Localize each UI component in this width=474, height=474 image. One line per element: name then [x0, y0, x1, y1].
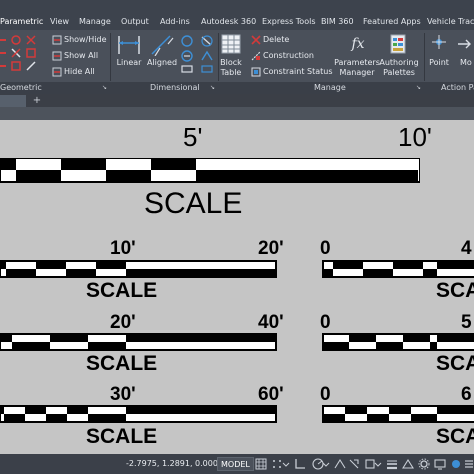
constraint-status-button[interactable]: Constraint Status [263, 67, 333, 76]
tab-bim-360[interactable]: BIM 360 [321, 0, 354, 30]
linear-button[interactable]: Linear [115, 58, 143, 67]
hide-all-icon [52, 67, 62, 77]
left-scale-1-bar [0, 260, 277, 278]
authoring-palettes-line1[interactable]: Authoring [378, 58, 420, 67]
right-scale-3-word: SCA [436, 425, 474, 448]
construction-icon [251, 51, 261, 61]
right-scale-3-bar [322, 405, 474, 423]
object-snap-tracking-icon[interactable] [348, 458, 360, 470]
left-scale-3-bar [0, 405, 277, 423]
left-scale-1-end: 20' [258, 238, 284, 259]
left-scale-3-word: SCALE [86, 425, 158, 448]
right-scale-3-end: 6 [461, 384, 472, 405]
right-scale-2-zero: 0 [320, 312, 331, 333]
file-tab-bar: + [0, 94, 474, 107]
left-scale-2-word: SCALE [86, 352, 158, 375]
tab-featured-apps[interactable]: Featured Apps [363, 0, 421, 30]
linear-dimension-icon [118, 36, 140, 54]
osnap-dropdown-chevron-down-icon[interactable] [374, 458, 382, 470]
construction-button[interactable]: Construction [263, 51, 314, 60]
hide-all-button[interactable]: Hide All [64, 67, 95, 76]
delete-button[interactable]: Delete [263, 35, 289, 44]
action-panel-title[interactable]: Action Pa [441, 82, 474, 94]
block-table-icon [221, 34, 241, 54]
right-scale-2-word: SCA [436, 352, 474, 375]
show-all-icon [52, 51, 62, 61]
parameters-manager-line1[interactable]: Parameters [334, 58, 380, 67]
polar-dropdown-chevron-down-icon[interactable] [322, 458, 330, 470]
customization-menu-icon[interactable] [464, 458, 474, 470]
left-scale-3-end: 60' [258, 384, 284, 405]
dimensional-panel-title[interactable]: Dimensional [150, 82, 200, 94]
status-bar: -2.7975, 1.2891, 0.0000 MODEL [0, 454, 474, 474]
geometric-constraint-icons[interactable] [0, 35, 44, 73]
right-scale-2-end: 5 [461, 312, 472, 333]
right-scale-1-zero: 0 [320, 238, 331, 259]
annotation-scale-icon[interactable] [402, 458, 414, 470]
right-scale-2-bar [322, 333, 474, 351]
left-scale-2-bar [0, 333, 277, 351]
top-scale-label-end: 10' [398, 122, 432, 152]
drawing-header-strip [0, 107, 474, 120]
authoring-palettes-icon [390, 34, 406, 54]
grid-icon[interactable] [255, 458, 267, 470]
show-all-button[interactable]: Show All [64, 51, 98, 60]
dimensional-panel-launcher-icon[interactable]: ↘ [210, 85, 216, 91]
move-button[interactable]: Mo [460, 58, 472, 67]
ribbon-panel-title-bar: Geometric ↘ Dimensional ↘ Manage ↘ Actio… [0, 82, 474, 94]
tab-add-ins[interactable]: Add-ins [160, 0, 190, 30]
block-table-button-line2[interactable]: Table [216, 68, 246, 77]
geometric-panel-title[interactable]: Geometric [0, 82, 42, 94]
show-hide-button[interactable]: Show/Hide [64, 35, 107, 44]
point-parameter-icon [432, 35, 446, 49]
show-hide-icon [52, 35, 62, 45]
dimension-tools-icons[interactable] [180, 34, 216, 74]
manage-panel-launcher-icon[interactable]: ↘ [416, 85, 422, 91]
top-scale-bar [0, 158, 420, 183]
model-space-button[interactable]: MODEL [217, 457, 254, 471]
left-scale-1-mid: 10' [110, 238, 136, 259]
lineweight-icon[interactable] [386, 458, 398, 470]
parameters-manager-line2[interactable]: Manager [334, 68, 380, 77]
tab-parametric[interactable]: Parametric [0, 0, 43, 30]
right-scale-1-bar [322, 260, 474, 278]
isolate-objects-icon[interactable] [450, 458, 462, 470]
snap-dropdown-chevron-down-icon[interactable] [282, 458, 290, 470]
aligned-dimension-icon [151, 35, 174, 56]
right-scale-3-zero: 0 [320, 384, 331, 405]
delete-constraint-icon [251, 35, 261, 45]
right-scale-1-end: 4 [461, 238, 472, 259]
geometric-panel-launcher-icon[interactable]: ↘ [102, 85, 108, 91]
drawing-canvas[interactable]: 5' 10' SCALE 10' 20' SCALE 20' 40' SCALE… [0, 120, 474, 454]
ortho-mode-icon[interactable] [294, 458, 306, 470]
top-scale-word: SCALE [144, 187, 243, 220]
new-tab-plus-icon[interactable]: + [30, 94, 44, 107]
annotation-monitor-icon[interactable] [434, 458, 446, 470]
move-action-icon [458, 39, 471, 49]
drawing-file-tab[interactable] [0, 95, 26, 107]
tab-vehicle-tracking[interactable]: Vehicle Tracking [427, 0, 474, 30]
ribbon-tab-bar: Parametric View Manage Output Add-ins Au… [0, 0, 474, 30]
manage-panel-title[interactable]: Manage [314, 82, 346, 94]
left-scale-2-end: 40' [258, 312, 284, 333]
left-scale-1-word: SCALE [86, 279, 158, 302]
top-scale-label-mid: 5' [183, 122, 203, 152]
right-scale-1-word: SCA [436, 279, 474, 302]
left-scale-2-mid: 20' [110, 312, 136, 333]
tab-express-tools[interactable]: Express Tools [262, 0, 316, 30]
authoring-palettes-line2[interactable]: Palettes [378, 68, 420, 77]
aligned-button[interactable]: Aligned [146, 58, 178, 67]
isometric-drafting-icon[interactable] [334, 458, 346, 470]
fx-parameters-icon: fx [351, 36, 365, 52]
tab-autodesk-360[interactable]: Autodesk 360 [201, 0, 256, 30]
workspace-gear-icon[interactable] [418, 458, 430, 470]
coordinates-readout[interactable]: -2.7975, 1.2891, 0.0000 [126, 454, 223, 474]
left-scale-3-mid: 30' [110, 384, 136, 405]
tab-view[interactable]: View [50, 0, 69, 30]
constraint-status-icon [251, 67, 261, 77]
tab-output[interactable]: Output [121, 0, 149, 30]
tab-manage[interactable]: Manage [79, 0, 111, 30]
point-button[interactable]: Point [427, 58, 451, 67]
block-table-button-line1[interactable]: Block [216, 58, 246, 67]
